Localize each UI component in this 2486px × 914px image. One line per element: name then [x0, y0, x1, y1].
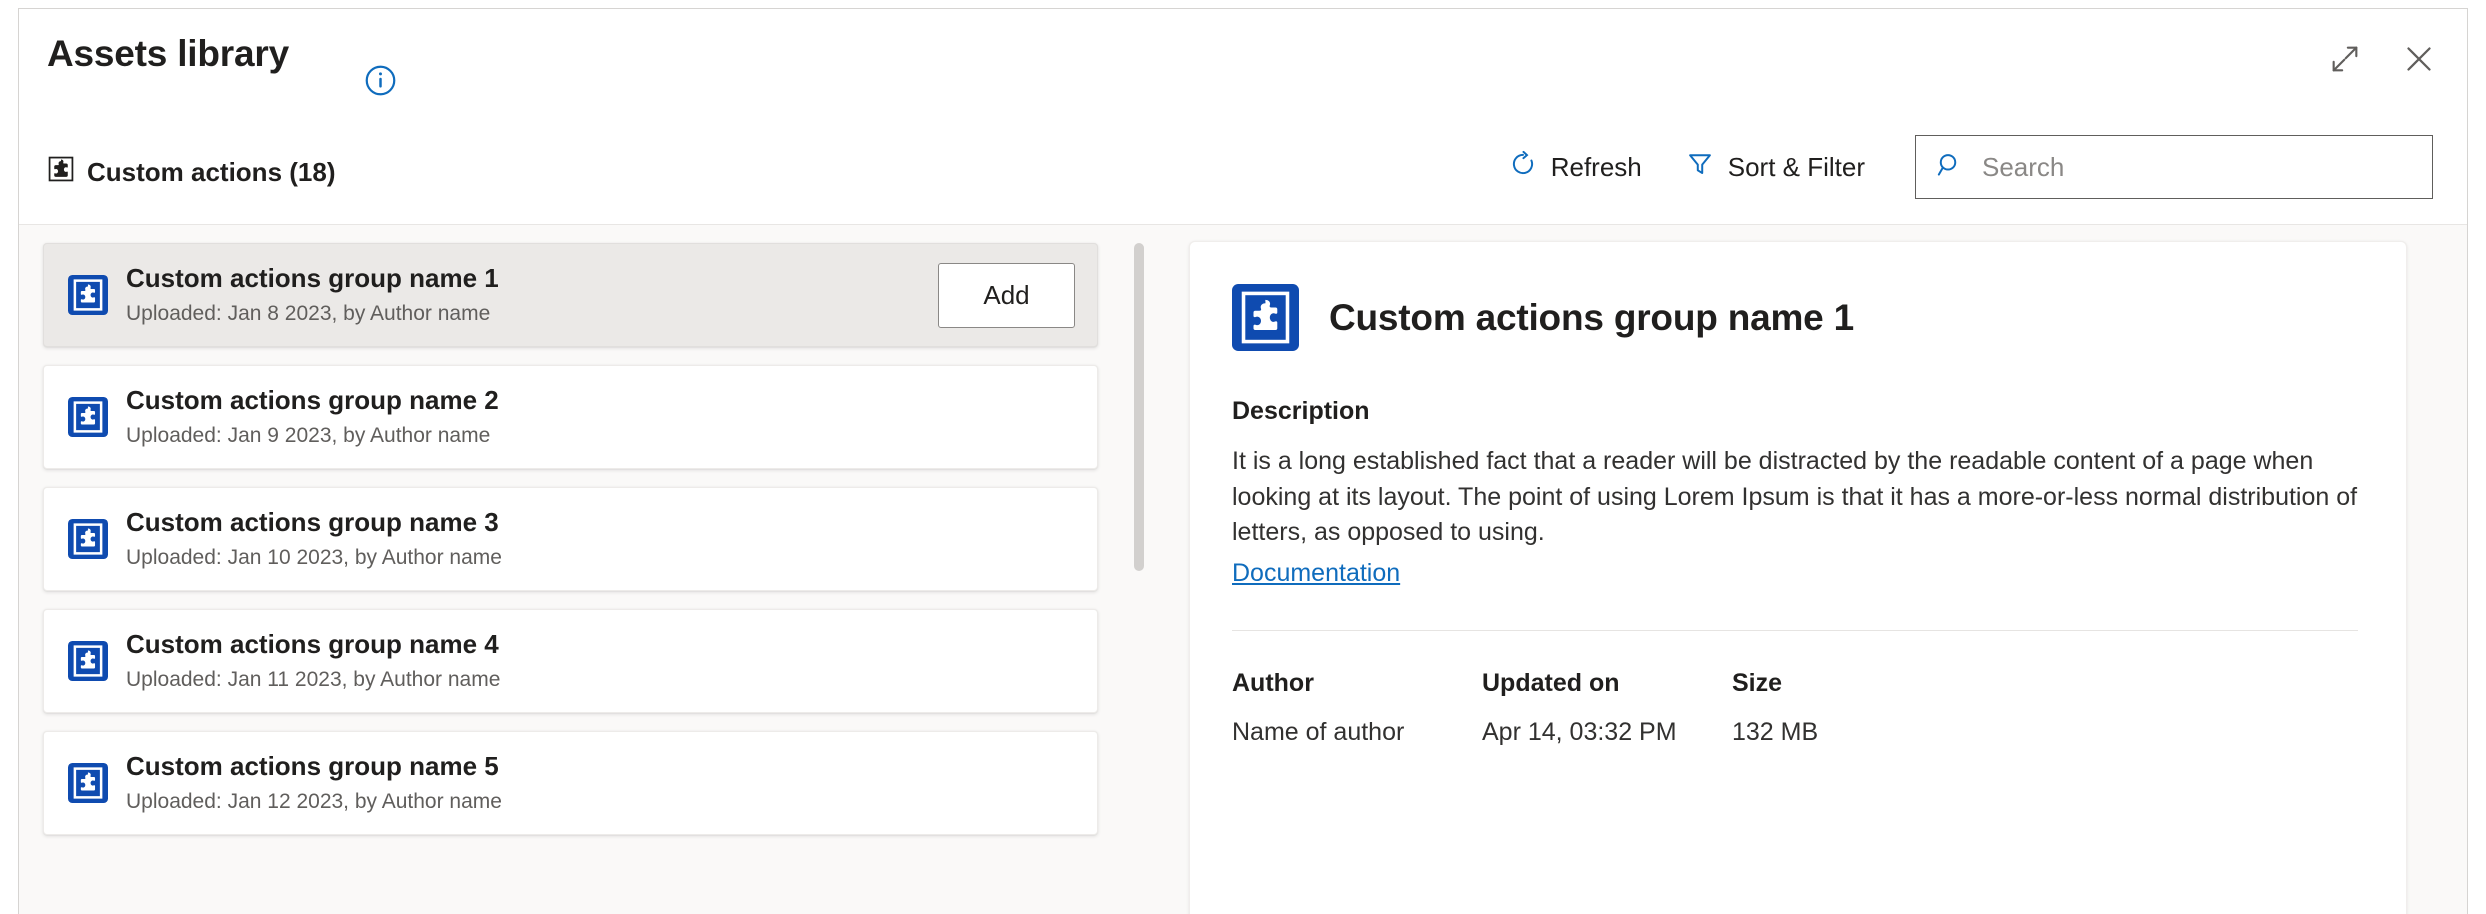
puzzle-piece-icon — [68, 519, 108, 559]
puzzle-piece-icon — [68, 397, 108, 437]
sort-filter-label: Sort & Filter — [1728, 152, 1865, 183]
metadata-size: Size 132 MB — [1732, 669, 1982, 747]
assets-library-dialog: Assets library — [18, 8, 2468, 914]
list-item-text: Custom actions group name 2 Uploaded: Ja… — [126, 384, 1075, 450]
puzzle-piece-icon — [68, 275, 108, 315]
dialog-body: Custom actions group name 1 Uploaded: Ja… — [19, 225, 2467, 914]
list-item-text: Custom actions group name 1 Uploaded: Ja… — [126, 262, 938, 328]
toolbar: Refresh Sort & Filter — [1487, 135, 2433, 199]
metadata-label: Size — [1732, 669, 1982, 698]
metadata-author: Author Name of author — [1232, 669, 1482, 747]
metadata-grid: Author Name of author Updated on Apr 14,… — [1232, 669, 2358, 747]
metadata-value: 132 MB — [1732, 718, 1982, 747]
expand-button[interactable] — [2323, 37, 2367, 81]
group-label-text: Custom actions (18) — [87, 157, 336, 188]
metadata-label: Updated on — [1482, 669, 1732, 698]
sort-filter-button[interactable]: Sort & Filter — [1664, 135, 1887, 199]
list-item[interactable]: Custom actions group name 2 Uploaded: Ja… — [43, 365, 1098, 469]
info-circle-icon[interactable] — [364, 64, 397, 97]
assets-list-column: Custom actions group name 1 Uploaded: Ja… — [19, 225, 1169, 914]
list-item-title: Custom actions group name 1 — [126, 262, 938, 295]
list-item[interactable]: Custom actions group name 1 Uploaded: Ja… — [43, 243, 1098, 347]
puzzle-piece-icon — [1232, 284, 1299, 351]
search-icon — [1936, 151, 1964, 184]
assets-list: Custom actions group name 1 Uploaded: Ja… — [43, 243, 1107, 914]
page-title: Assets library — [47, 33, 289, 75]
list-item[interactable]: Custom actions group name 3 Uploaded: Ja… — [43, 487, 1098, 591]
group-label: Custom actions (18) — [47, 155, 336, 190]
detail-column: Custom actions group name 1 Description … — [1169, 225, 2467, 914]
filter-icon — [1686, 150, 1714, 185]
list-item-subtitle: Uploaded: Jan 12 2023, by Author name — [126, 787, 1075, 816]
search-box[interactable] — [1915, 135, 2433, 199]
documentation-link[interactable]: Documentation — [1232, 559, 1400, 588]
refresh-label: Refresh — [1551, 152, 1642, 183]
list-item-subtitle: Uploaded: Jan 10 2023, by Author name — [126, 543, 1075, 572]
detail-divider — [1232, 630, 2358, 631]
description-text: It is a long established fact that a rea… — [1232, 444, 2358, 551]
list-item[interactable]: Custom actions group name 5 Uploaded: Ja… — [43, 731, 1098, 835]
scrollbar-thumb[interactable] — [1134, 243, 1144, 571]
list-item-title: Custom actions group name 2 — [126, 384, 1075, 417]
search-input[interactable] — [1980, 151, 2418, 184]
list-item-subtitle: Uploaded: Jan 8 2023, by Author name — [126, 299, 938, 328]
list-item-subtitle: Uploaded: Jan 9 2023, by Author name — [126, 421, 1075, 450]
list-item[interactable]: Custom actions group name 4 Uploaded: Ja… — [43, 609, 1098, 713]
metadata-label: Author — [1232, 669, 1482, 698]
command-bar: Custom actions (18) Refresh Sor — [19, 109, 2467, 225]
list-item-text: Custom actions group name 5 Uploaded: Ja… — [126, 750, 1075, 816]
metadata-value: Name of author — [1232, 718, 1482, 747]
window-actions — [2323, 37, 2441, 81]
list-item-subtitle: Uploaded: Jan 11 2023, by Author name — [126, 665, 1075, 694]
metadata-value: Apr 14, 03:32 PM — [1482, 718, 1732, 747]
puzzle-piece-icon — [68, 763, 108, 803]
list-item-title: Custom actions group name 3 — [126, 506, 1075, 539]
list-item-text: Custom actions group name 3 Uploaded: Ja… — [126, 506, 1075, 572]
refresh-icon — [1509, 150, 1537, 185]
detail-header: Custom actions group name 1 — [1232, 284, 2358, 351]
list-item-title: Custom actions group name 5 — [126, 750, 1075, 783]
metadata-updated-on: Updated on Apr 14, 03:32 PM — [1482, 669, 1732, 747]
list-item-text: Custom actions group name 4 Uploaded: Ja… — [126, 628, 1075, 694]
close-button[interactable] — [2397, 37, 2441, 81]
list-item-title: Custom actions group name 4 — [126, 628, 1075, 661]
dialog-titlebar: Assets library — [19, 9, 2467, 109]
add-button[interactable]: Add — [938, 263, 1075, 328]
puzzle-piece-icon — [68, 641, 108, 681]
description-label: Description — [1232, 397, 2358, 426]
list-scrollbar[interactable] — [1134, 243, 1144, 903]
detail-panel: Custom actions group name 1 Description … — [1189, 241, 2407, 914]
puzzle-piece-icon — [47, 155, 75, 190]
detail-title: Custom actions group name 1 — [1329, 297, 1854, 339]
refresh-button[interactable]: Refresh — [1487, 135, 1664, 199]
